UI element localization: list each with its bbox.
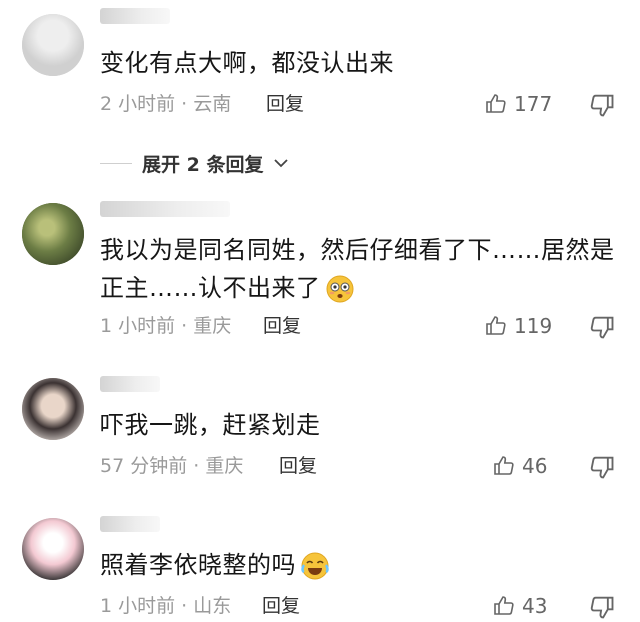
comment-text-line: 变化有点大啊，都没认出来 — [100, 49, 394, 77]
comment-text: 吓我一跳，赶紧划走 — [100, 406, 620, 444]
reply-button[interactable]: 回复 — [279, 451, 317, 481]
comment-meta: 57 分钟前 · 重庆 — [100, 455, 244, 477]
thumbs-up-icon — [486, 94, 506, 113]
avatar[interactable] — [22, 203, 84, 265]
username[interactable] — [100, 8, 170, 24]
thumbs-up-icon — [494, 596, 514, 615]
reply-button[interactable]: 回复 — [266, 89, 304, 119]
expand-replies-button[interactable]: 展开 2 条回复 — [100, 148, 289, 178]
comment-meta: 1 小时前 · 山东 — [100, 595, 232, 617]
like-count: 46 — [522, 454, 548, 478]
comment-item: 吓我一跳，赶紧划走 57 分钟前 · 重庆 回复 46 — [0, 370, 640, 495]
like-count: 119 — [514, 314, 553, 338]
thumbs-down-icon[interactable] — [588, 453, 616, 481]
comment-item: 照着李依晓整的吗 1 小时前 · 山东 回复 43 — [0, 510, 640, 622]
comment-text-line: 我以为是同名同姓，然后仔细看了下……居然是 — [100, 236, 615, 264]
comment-text-line: 吓我一跳，赶紧划走 — [100, 411, 321, 439]
divider-line — [100, 162, 132, 164]
avatar[interactable] — [22, 378, 84, 440]
crying-laughing-emoji — [301, 552, 329, 580]
avatar[interactable] — [22, 14, 84, 76]
username[interactable] — [100, 376, 160, 392]
chevron-down-icon — [274, 159, 289, 168]
comment-text-segment: 正主……认不出来了 — [100, 274, 321, 302]
comment-meta: 1 小时前 · 重庆 — [100, 315, 232, 337]
reply-button[interactable]: 回复 — [263, 311, 301, 341]
comment-text-line: 照着李依晓整的吗 — [100, 546, 620, 584]
comment-text-line: 正主……认不出来了 — [100, 269, 620, 307]
thumbs-down-icon[interactable] — [588, 91, 616, 119]
comment-text: 照着李依晓整的吗 — [100, 546, 620, 584]
like-count: 177 — [514, 92, 553, 116]
comment-text: 我以为是同名同姓，然后仔细看了下……居然是 正主……认不出来了 — [100, 231, 620, 307]
like-button[interactable]: 46 — [492, 451, 547, 481]
comment-text-segment: 照着李依晓整的吗 — [100, 551, 296, 579]
like-button[interactable]: 177 — [484, 89, 552, 119]
expand-replies-label: 展开 2 条回复 — [142, 153, 264, 176]
flushed-face-emoji — [326, 275, 353, 303]
comment-item: 变化有点大啊，都没认出来 2 小时前 · 云南 回复 177 — [0, 0, 640, 140]
like-button[interactable]: 119 — [484, 311, 552, 341]
like-button[interactable]: 43 — [492, 591, 547, 621]
reply-button[interactable]: 回复 — [262, 591, 300, 621]
comment-item: 我以为是同名同姓，然后仔细看了下……居然是 正主……认不出来了 1 小时前 · … — [0, 195, 640, 355]
comment-text: 变化有点大啊，都没认出来 — [100, 44, 620, 82]
like-count: 43 — [522, 594, 548, 618]
comment-meta: 2 小时前 · 云南 — [100, 93, 232, 115]
thumbs-up-icon — [486, 316, 506, 335]
thumbs-down-icon[interactable] — [588, 313, 616, 341]
username[interactable] — [100, 516, 160, 532]
thumbs-up-icon — [494, 456, 514, 475]
avatar[interactable] — [22, 518, 84, 580]
thumbs-down-icon[interactable] — [588, 593, 616, 621]
username[interactable] — [100, 201, 230, 217]
